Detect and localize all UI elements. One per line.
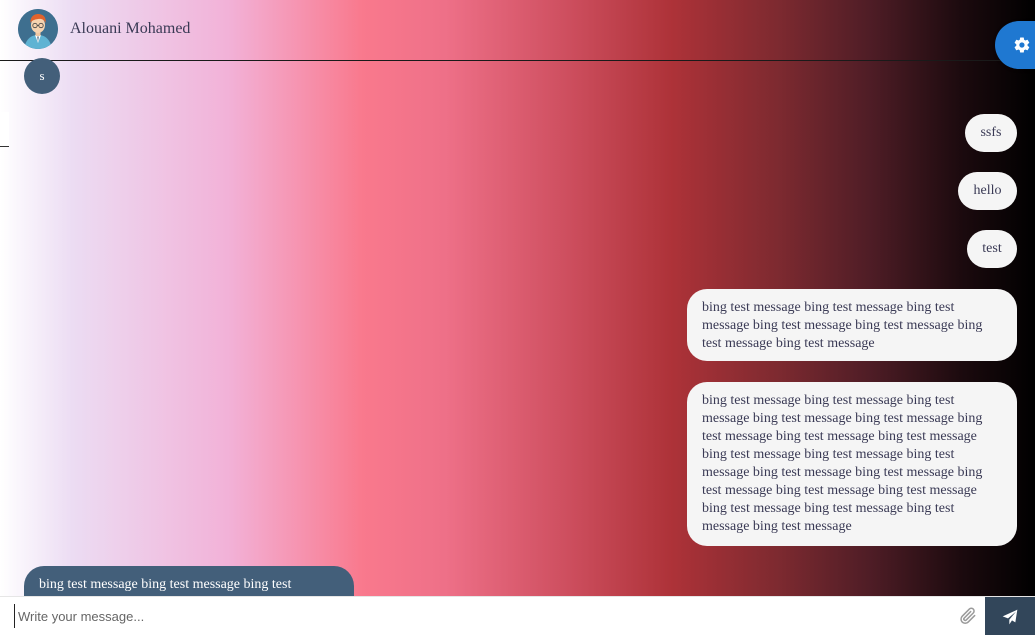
user-avatar-icon (18, 9, 58, 49)
paperclip-icon (960, 607, 976, 625)
contact-avatar[interactable] (18, 9, 58, 49)
contact-name: Alouani Mohamed (70, 20, 191, 37)
sent-message: bing test message bing test message bing… (687, 289, 1017, 361)
message-input[interactable] (14, 604, 954, 628)
sent-message: ssfs (965, 114, 1017, 152)
chat-header: Alouani Mohamed (0, 0, 1035, 61)
side-divider (0, 112, 9, 147)
sent-message: bing test message bing test message bing… (687, 382, 1017, 546)
paper-plane-icon (1002, 609, 1018, 624)
sent-message: hello (958, 172, 1017, 210)
contact-status-badge[interactable]: s (24, 58, 60, 94)
send-button[interactable] (985, 597, 1035, 635)
attach-button[interactable] (958, 606, 978, 626)
message-composer (0, 596, 1035, 635)
sent-message: test (967, 230, 1017, 268)
settings-button[interactable] (995, 21, 1035, 69)
gear-icon (1014, 37, 1030, 53)
